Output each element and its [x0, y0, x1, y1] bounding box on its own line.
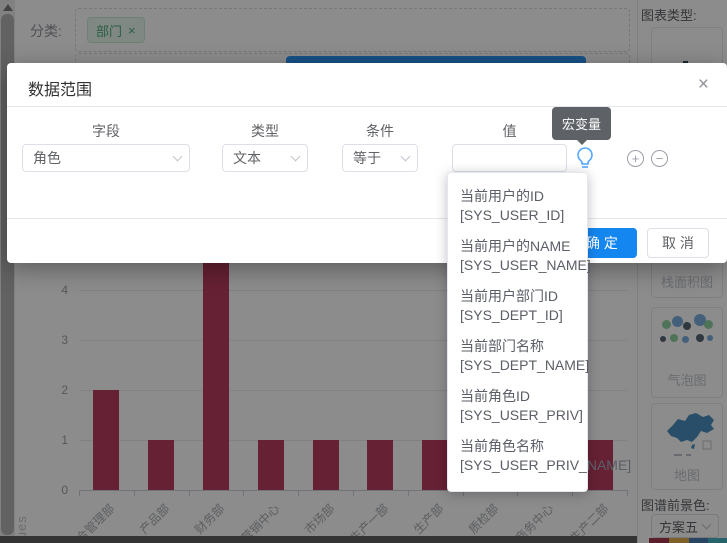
macro-item-code: [SYS_USER_NAME] — [460, 256, 575, 275]
macro-variable-menu: 当前用户的ID [SYS_USER_ID] 当前用户的NAME [SYS_USE… — [447, 172, 588, 492]
macro-item-name: 当前部门名称 — [460, 337, 575, 356]
column-header-condition: 条件 — [342, 121, 418, 141]
field-select[interactable]: 角色 — [22, 144, 190, 172]
dialog-header: 数据范围 × — [7, 63, 727, 107]
close-icon[interactable]: × — [698, 75, 709, 94]
condition-select-value: 等于 — [353, 148, 381, 168]
macro-item-code: [SYS_USER_PRIV_NAME] — [460, 456, 575, 475]
macro-item-code: [SYS_USER_ID] — [460, 206, 575, 225]
column-header-value: 值 — [452, 121, 567, 141]
macro-tooltip: 宏变量 — [552, 107, 611, 140]
macro-lightbulb-icon[interactable] — [574, 146, 596, 170]
type-select-value: 文本 — [233, 148, 261, 168]
type-select[interactable]: 文本 — [222, 144, 308, 172]
field-select-value: 角色 — [33, 148, 61, 168]
macro-item-name: 当前用户的NAME — [460, 237, 575, 256]
macro-menu-item[interactable]: 当前用户的NAME [SYS_USER_NAME] — [448, 231, 587, 281]
macro-item-name: 当前用户部门ID — [460, 287, 575, 306]
dialog-footer: 确 定 取 消 — [7, 218, 727, 263]
column-header-type: 类型 — [222, 121, 308, 141]
macro-item-name: 当前用户的ID — [460, 187, 575, 206]
macro-item-name: 当前角色ID — [460, 387, 575, 406]
macro-menu-item[interactable]: 当前用户的ID [SYS_USER_ID] — [448, 181, 587, 231]
macro-item-name: 当前角色名称 — [460, 437, 575, 456]
macro-menu-item[interactable]: 当前角色ID [SYS_USER_PRIV] — [448, 381, 587, 431]
condition-select[interactable]: 等于 — [342, 144, 418, 172]
add-condition-icon[interactable]: + — [627, 150, 644, 167]
chevron-down-icon — [401, 152, 411, 162]
macro-item-code: [SYS_DEPT_NAME] — [460, 356, 575, 375]
chevron-down-icon — [291, 152, 301, 162]
remove-condition-icon[interactable]: − — [651, 150, 668, 167]
macro-item-code: [SYS_USER_PRIV] — [460, 406, 575, 425]
value-input[interactable] — [452, 144, 567, 172]
dialog-title: 数据范围 — [28, 76, 92, 100]
macro-item-code: [SYS_DEPT_ID] — [460, 306, 575, 325]
data-range-dialog: 数据范围 × 字段 类型 条件 值 角色 文本 等于 + − 确 定 取 消 — [7, 63, 727, 263]
chevron-down-icon — [173, 152, 183, 162]
macro-menu-item[interactable]: 当前部门名称 [SYS_DEPT_NAME] — [448, 331, 587, 381]
macro-menu-item[interactable]: 当前角色名称 [SYS_USER_PRIV_NAME] — [448, 431, 587, 481]
cancel-button[interactable]: 取 消 — [647, 228, 709, 258]
macro-menu-item[interactable]: 当前用户部门ID [SYS_DEPT_ID] — [448, 281, 587, 331]
column-header-field: 字段 — [22, 121, 190, 141]
